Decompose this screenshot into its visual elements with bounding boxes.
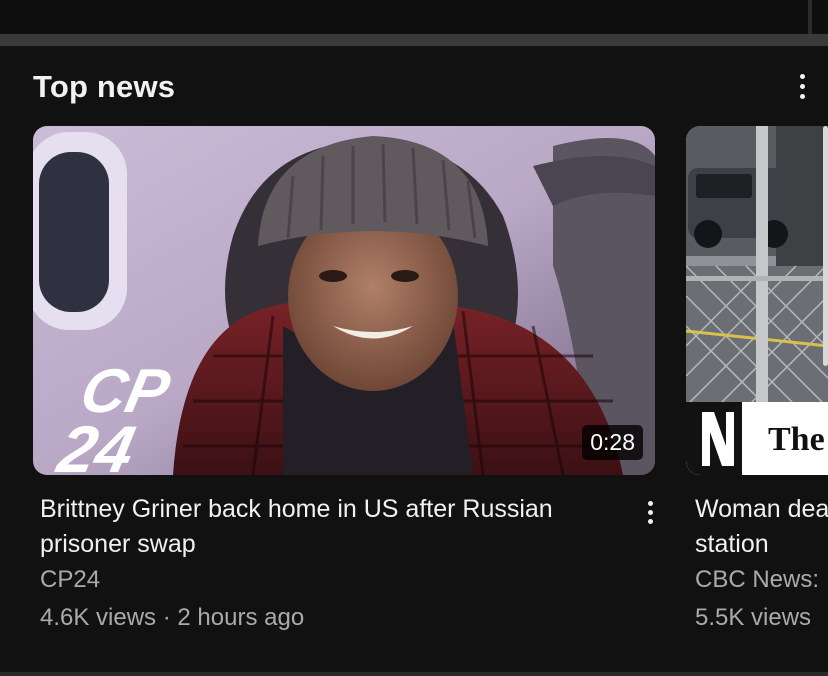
bottom-divider [0,672,828,676]
duration-badge: 0:28 [582,425,643,460]
shelf-scrollbar[interactable] [823,126,828,366]
video-title[interactable]: Woman dea station [695,492,828,562]
video-metadata: 4.6K views · 2 hours ago [40,604,304,632]
video-more-icon[interactable] [645,498,655,526]
previous-section-area [0,0,828,34]
view-count: 4.6K views [40,604,157,631]
section-divider [0,34,828,46]
channel-name[interactable]: CP24 [40,566,100,594]
video-title[interactable]: Brittney Griner back home in US after Ru… [40,492,620,562]
meta-separator: · [162,604,178,631]
top-scrollbar[interactable] [808,0,812,34]
video-thumbnail[interactable]: The [686,126,828,475]
video-thumbnail[interactable]: CP 24 0:28 [33,126,655,475]
video-title-line-2: station [695,530,769,558]
top-news-shelf: Top news CP 24 0:28 Brittney Griner back… [0,0,828,676]
thumbnail-image: CP 24 [33,126,655,475]
channel-name[interactable]: CBC News: [695,566,819,594]
video-card-partial-clip: The Woman dea station CBC News: 5.5K vie… [686,126,828,676]
video-metadata: 5.5K views [695,604,811,632]
video-card[interactable]: CP 24 0:28 Brittney Griner back home in … [33,126,655,631]
video-card[interactable]: The Woman dea station CBC News: 5.5K vie… [686,126,828,631]
upload-age: 2 hours ago [177,604,305,631]
video-title-line-1: Woman dea [695,495,828,523]
section-more-icon[interactable] [790,70,814,102]
thumbnail-logo-text: The [768,421,825,458]
view-count: 5.5K views [695,604,812,631]
thumbnail-image: The [686,126,828,475]
section-title: Top news [33,69,176,104]
